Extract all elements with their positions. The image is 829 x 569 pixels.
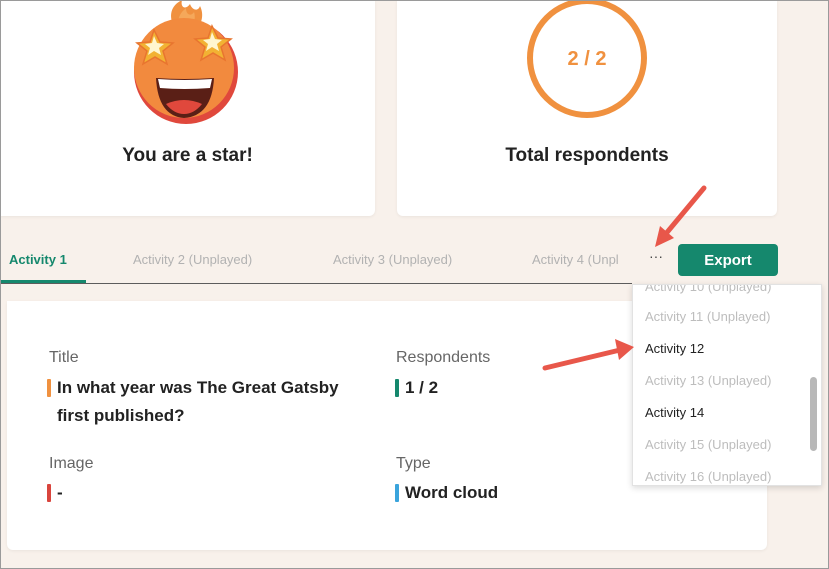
activity-dropdown: Activity 10 (Unplayed) Activity 11 (Unpl… — [632, 284, 822, 486]
dropdown-item-activity-10[interactable]: Activity 10 (Unplayed) — [645, 285, 771, 294]
respondents-color-bar — [395, 379, 399, 397]
title-color-bar — [47, 379, 51, 397]
star-card-title: You are a star! — [122, 145, 253, 166]
respondents-count: 2 / 2 — [567, 48, 607, 70]
dropdown-item-activity-12[interactable]: Activity 12 — [645, 341, 704, 356]
image-value: - — [47, 479, 63, 507]
dropdown-item-activity-16[interactable]: Activity 16 (Unplayed) — [645, 469, 771, 484]
title-value: In what year was The Great Gatsby first … — [47, 374, 339, 430]
dropdown-item-activity-13[interactable]: Activity 13 (Unplayed) — [645, 373, 771, 388]
type-label: Type — [396, 455, 431, 472]
type-value-text: Word cloud — [405, 483, 499, 502]
type-color-bar — [395, 484, 399, 502]
tab-activity-4[interactable]: Activity 4 (Unpl — [532, 252, 619, 267]
dropdown-item-activity-11[interactable]: Activity 11 (Unplayed) — [645, 309, 770, 324]
active-tab-indicator — [0, 280, 86, 283]
respondents-card-title: Total respondents — [505, 145, 669, 166]
title-value-line1: In what year was The Great Gatsby — [57, 378, 339, 397]
dropdown-scrollbar-thumb[interactable] — [810, 377, 817, 451]
title-label: Title — [49, 349, 79, 366]
respondents-label: Respondents — [396, 349, 491, 366]
title-value-line2: first published? — [57, 406, 185, 425]
tab-activity-2[interactable]: Activity 2 (Unplayed) — [133, 252, 252, 267]
image-color-bar — [47, 484, 51, 502]
tab-activity-1[interactable]: Activity 1 — [9, 252, 67, 267]
dropdown-item-activity-14[interactable]: Activity 14 — [645, 405, 704, 420]
respondents-value: 1 / 2 — [395, 374, 438, 402]
respondents-value-text: 1 / 2 — [405, 378, 439, 397]
image-label: Image — [49, 455, 94, 472]
type-value: Word cloud — [395, 479, 498, 507]
activity-tabs: Activity 1 Activity 2 (Unplayed) Activit… — [0, 238, 632, 284]
tab-activity-3[interactable]: Activity 3 (Unplayed) — [333, 252, 452, 267]
image-value-text: - — [57, 483, 63, 502]
star-eyes-emoji-icon — [134, 0, 238, 124]
export-button[interactable]: Export — [678, 244, 778, 276]
dropdown-item-activity-15[interactable]: Activity 15 (Unplayed) — [645, 437, 771, 452]
more-dots-icon[interactable]: ··· — [644, 248, 668, 268]
